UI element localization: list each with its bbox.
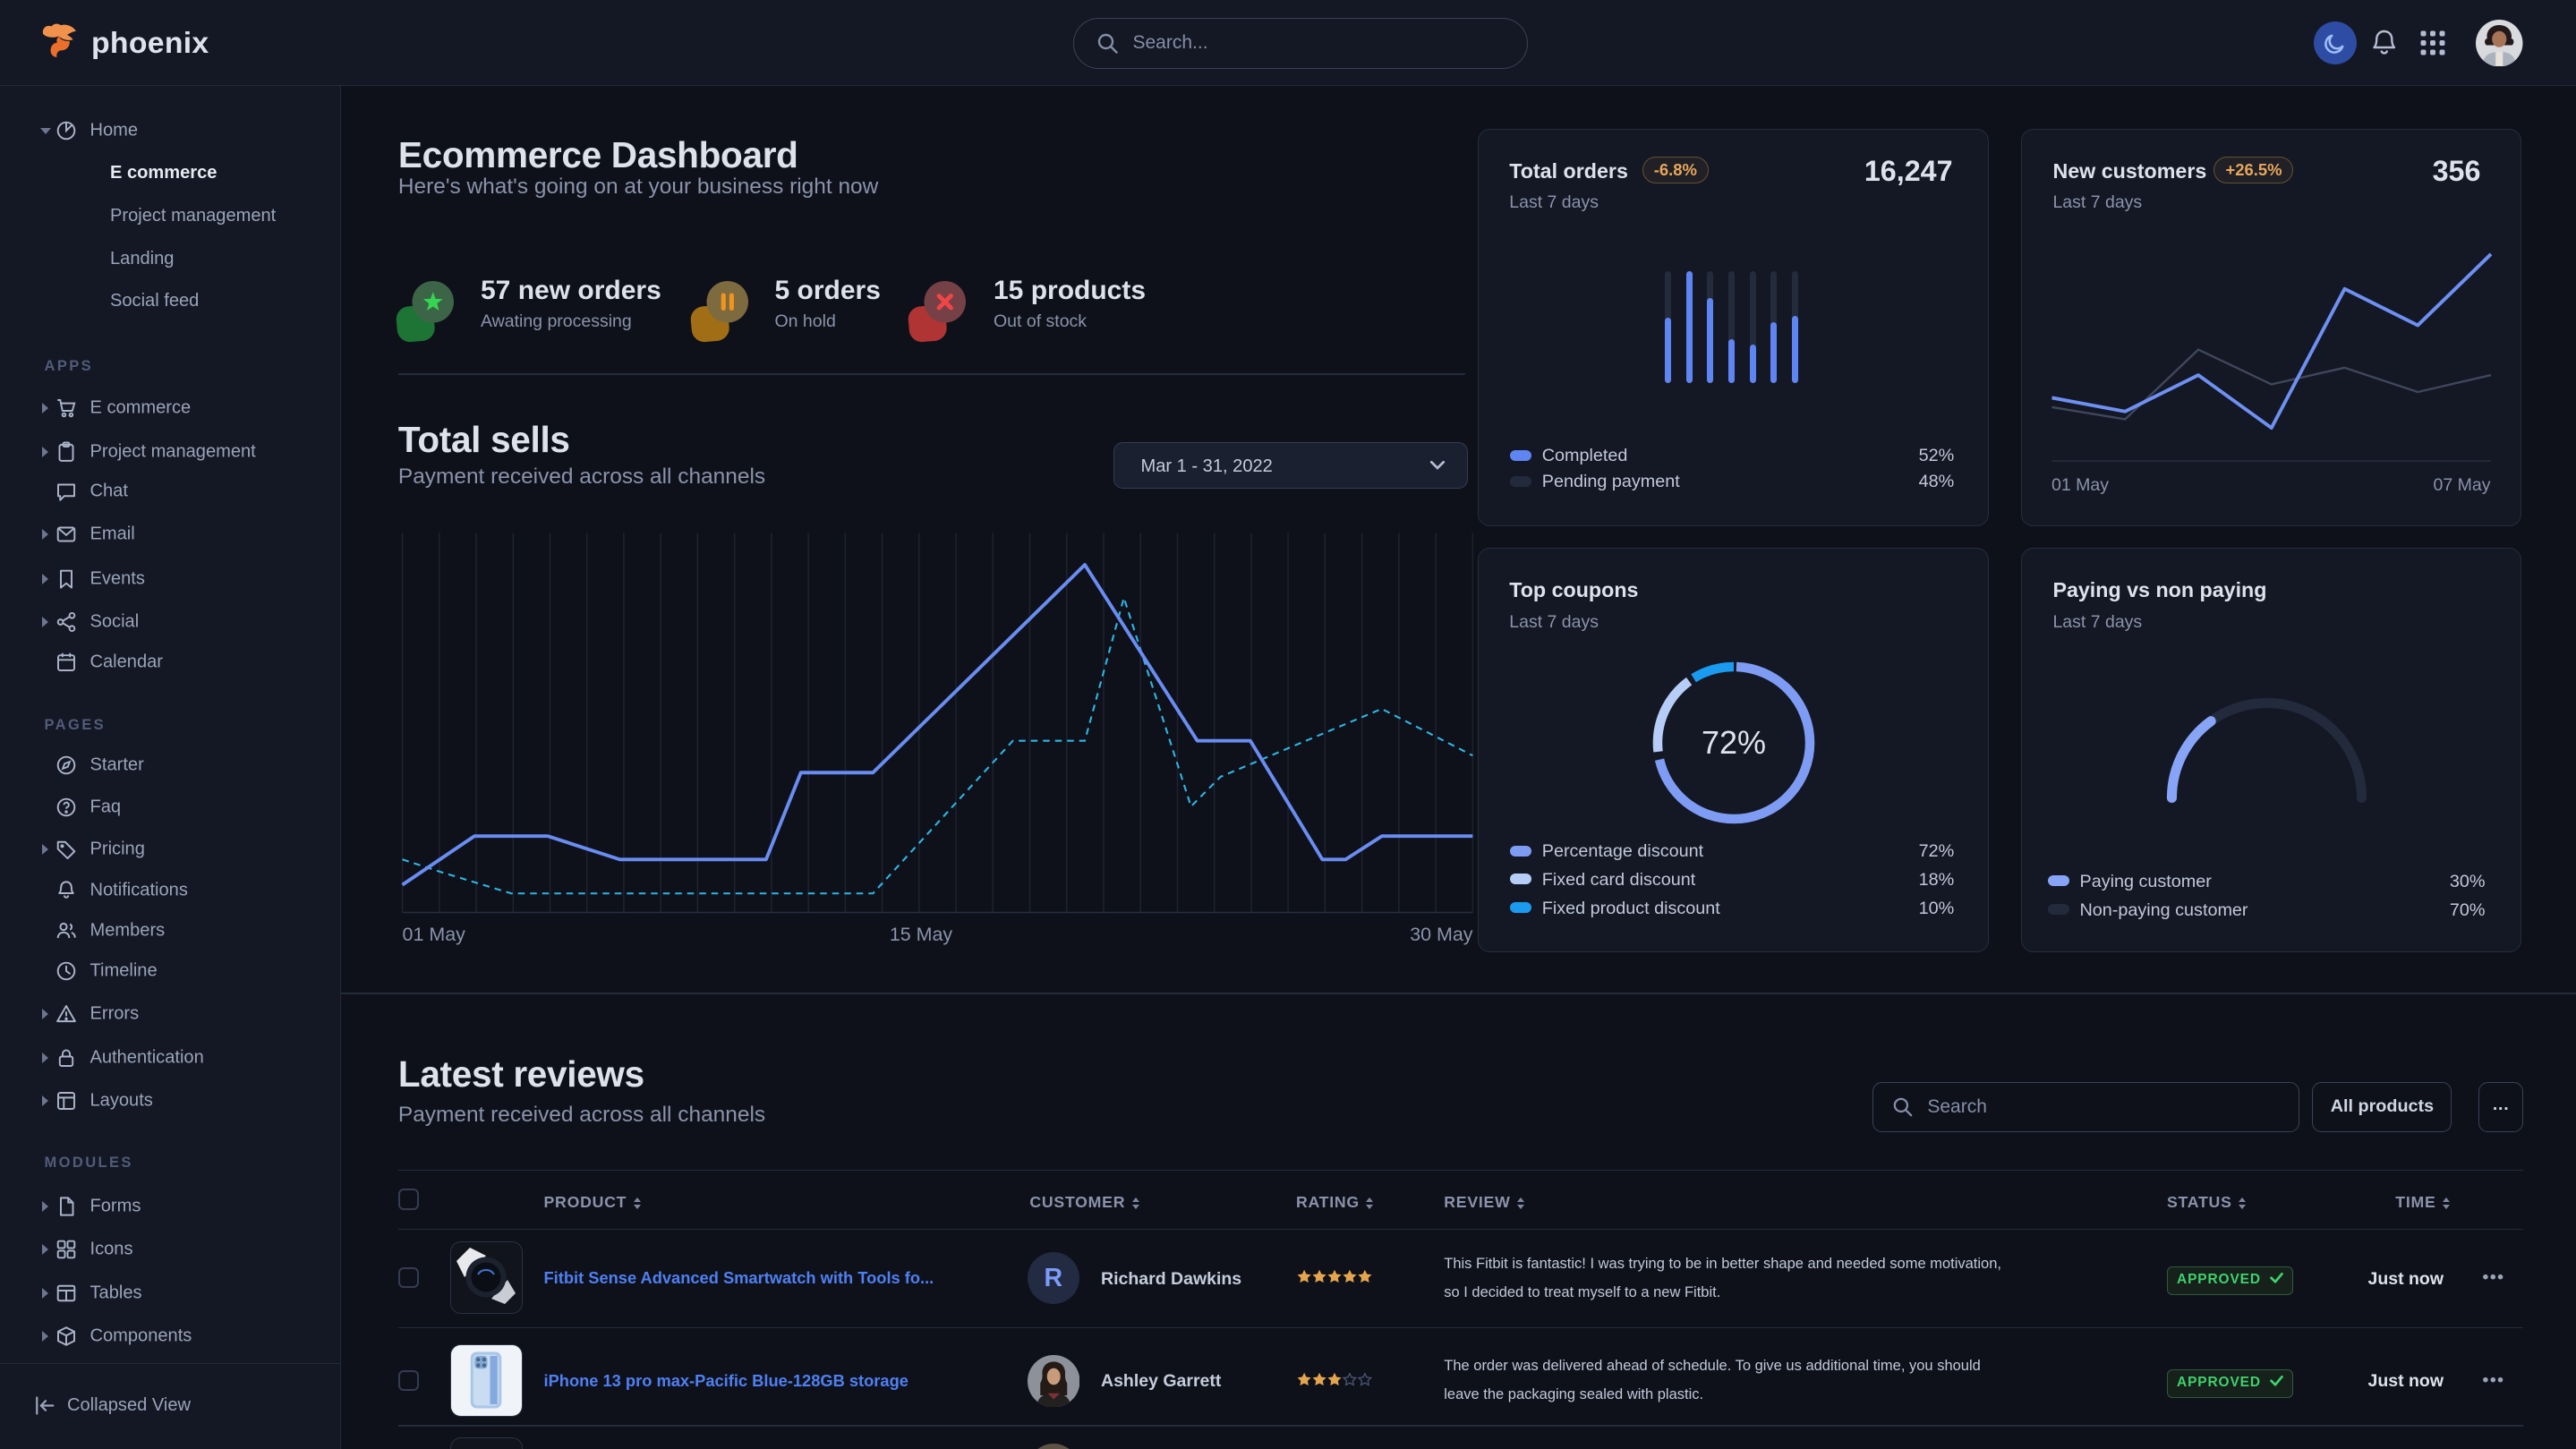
svg-text:72%: 72% (1701, 724, 1765, 761)
